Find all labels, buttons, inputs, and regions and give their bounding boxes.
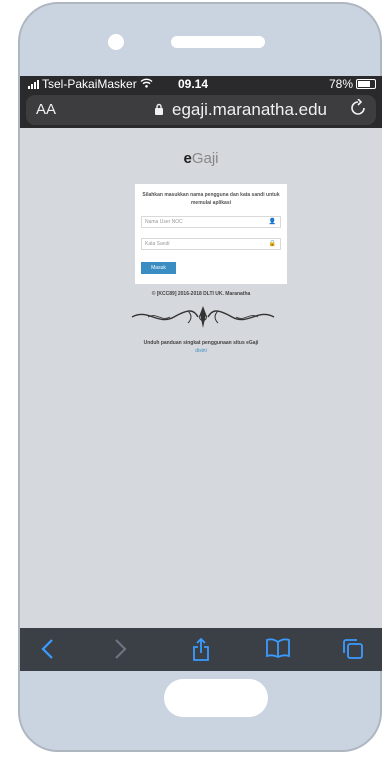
login-card: Silahkan masukkan nama pengguna dan kata… <box>135 184 287 284</box>
reload-icon[interactable] <box>350 98 366 122</box>
battery-fill <box>358 81 370 87</box>
password-field[interactable]: Kata Sandi 🔒 <box>141 238 281 250</box>
front-camera <box>108 34 124 50</box>
address-bar[interactable]: AA egaji.maranatha.edu <box>26 95 376 125</box>
login-instruction: Silahkan masukkan nama pengguna dan kata… <box>142 192 280 206</box>
url-text[interactable]: egaji.maranatha.edu <box>172 100 327 120</box>
guide-text: Unduh panduan singkat penggunaan situs e… <box>143 340 259 346</box>
home-button[interactable] <box>164 679 268 717</box>
back-icon[interactable] <box>40 638 54 664</box>
phone-frame: Tsel-PakaiMasker 09.14 78% AA egaji.mara… <box>18 2 382 752</box>
screen: Tsel-PakaiMasker 09.14 78% AA egaji.mara… <box>20 76 382 671</box>
text-size-button[interactable]: AA <box>36 101 56 118</box>
web-page: eGaji Silahkan masukkan nama pengguna da… <box>20 128 382 628</box>
username-placeholder: Nama User NOC <box>145 219 183 225</box>
battery-percent: 78% <box>328 77 353 91</box>
password-placeholder: Kata Sandi <box>145 241 170 247</box>
clock: 09.14 <box>178 77 209 91</box>
share-icon[interactable] <box>192 637 210 666</box>
status-left: Tsel-PakaiMasker <box>28 77 153 91</box>
signal-icon <box>28 79 39 89</box>
user-icon: 👤 <box>268 219 276 225</box>
ornament-divider <box>131 306 275 328</box>
copyright-text: © [KCC89] 2016-2018 DLTI UK. Maranatha <box>151 291 251 297</box>
logo-rest: Gaji <box>191 150 219 167</box>
guide-link[interactable]: disini <box>20 348 382 354</box>
lock-icon <box>154 103 164 118</box>
site-logo: eGaji <box>20 150 382 167</box>
earpiece-speaker <box>171 36 265 48</box>
tabs-icon[interactable] <box>342 638 364 664</box>
battery-icon <box>356 79 376 89</box>
browser-toolbar <box>20 628 382 671</box>
bookmarks-icon[interactable] <box>266 638 290 662</box>
username-field[interactable]: Nama User NOC 👤 <box>141 216 281 228</box>
forward-icon[interactable] <box>114 638 128 664</box>
status-right: 78% <box>329 77 376 91</box>
wifi-icon <box>140 77 153 91</box>
carrier-name: Tsel-PakaiMasker <box>42 77 137 91</box>
browser-address-area: AA egaji.maranatha.edu <box>20 92 382 128</box>
logo-bold: e <box>183 150 192 167</box>
lock-field-icon: 🔒 <box>268 241 276 247</box>
status-bar: Tsel-PakaiMasker 09.14 78% <box>20 76 382 92</box>
login-button[interactable]: Masuk <box>141 262 176 274</box>
